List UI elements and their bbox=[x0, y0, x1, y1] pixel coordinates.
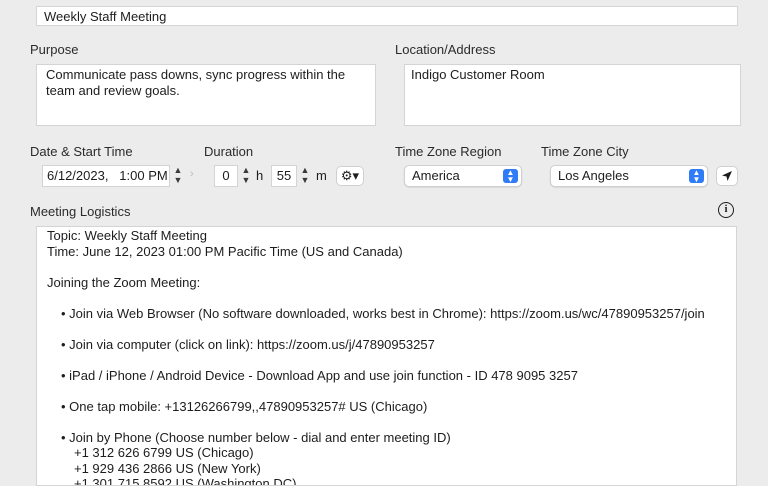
location-label: Location/Address bbox=[395, 42, 496, 57]
purpose-textarea[interactable]: Communicate pass downs, sync progress wi… bbox=[36, 64, 376, 126]
minutes-unit: m bbox=[316, 168, 327, 183]
info-icon: i bbox=[724, 203, 728, 215]
hours-unit: h bbox=[256, 168, 264, 183]
location-arrow-icon bbox=[722, 171, 732, 181]
popup-arrows-icon: ▲ ▼ bbox=[503, 169, 518, 184]
date-start-label: Date & Start Time bbox=[30, 144, 133, 159]
logistics-bullet: • Join via Web Browser (No software down… bbox=[61, 305, 705, 321]
timezone-region-popup[interactable]: America ▲ ▼ bbox=[404, 165, 522, 187]
hours-stepper-icon[interactable]: ▲ ▼ bbox=[240, 165, 252, 187]
logistics-line: Time: June 12, 2023 01:00 PM Pacific Tim… bbox=[47, 243, 403, 259]
minutes-stepper-icon[interactable]: ▲ ▼ bbox=[299, 165, 311, 187]
duration-minutes-field[interactable]: 55 bbox=[271, 165, 297, 187]
phone-number: +1 301 715 8592 US (Washington DC) bbox=[74, 476, 297, 486]
chevron-right-icon: › bbox=[190, 168, 194, 180]
logistics-bullet: • iPad / iPhone / Android Device - Downl… bbox=[61, 367, 578, 383]
gear-icon: ⚙▾ bbox=[340, 168, 360, 183]
logistics-label: Meeting Logistics bbox=[30, 204, 131, 219]
logistics-bullet: • Join by Phone (Choose number below - d… bbox=[61, 429, 451, 445]
meeting-title-input[interactable]: Weekly Staff Meeting bbox=[36, 6, 738, 26]
locate-button[interactable] bbox=[716, 166, 738, 186]
logistics-bullet: • One tap mobile: +13126266799,,47890953… bbox=[61, 398, 428, 414]
duration-hours-field[interactable]: 0 bbox=[214, 165, 238, 187]
date-stepper-icon[interactable]: ▲ ▼ bbox=[172, 165, 184, 187]
timezone-city-popup[interactable]: Los Angeles ▲ ▼ bbox=[550, 165, 708, 187]
timezone-city-label: Time Zone City bbox=[541, 144, 629, 159]
logistics-textarea[interactable]: Topic: Weekly Staff Meeting Time: June 1… bbox=[36, 226, 737, 486]
phone-number: +1 312 626 6799 US (Chicago) bbox=[74, 445, 254, 460]
logistics-line: Joining the Zoom Meeting: bbox=[47, 274, 201, 290]
purpose-label: Purpose bbox=[30, 42, 79, 57]
popup-arrows-icon: ▲ ▼ bbox=[689, 169, 704, 184]
logistics-bullet: • Join via computer (click on link): htt… bbox=[61, 336, 435, 352]
gear-menu-button[interactable]: ⚙▾ bbox=[336, 166, 364, 186]
location-textarea[interactable]: Indigo Customer Room bbox=[404, 64, 741, 126]
date-start-value: 6/12/2023, 1:00 PM bbox=[47, 168, 168, 183]
duration-label: Duration bbox=[204, 144, 254, 159]
timezone-city-value: Los Angeles bbox=[558, 168, 629, 183]
info-button[interactable]: i bbox=[718, 202, 734, 218]
timezone-region-value: America bbox=[412, 168, 460, 183]
timezone-region-label: Time Zone Region bbox=[395, 144, 502, 159]
phone-number: +1 929 436 2866 US (New York) bbox=[74, 460, 261, 476]
logistics-line: Topic: Weekly Staff Meeting bbox=[47, 228, 207, 243]
date-start-field[interactable]: 6/12/2023, 1:00 PM bbox=[42, 165, 170, 187]
